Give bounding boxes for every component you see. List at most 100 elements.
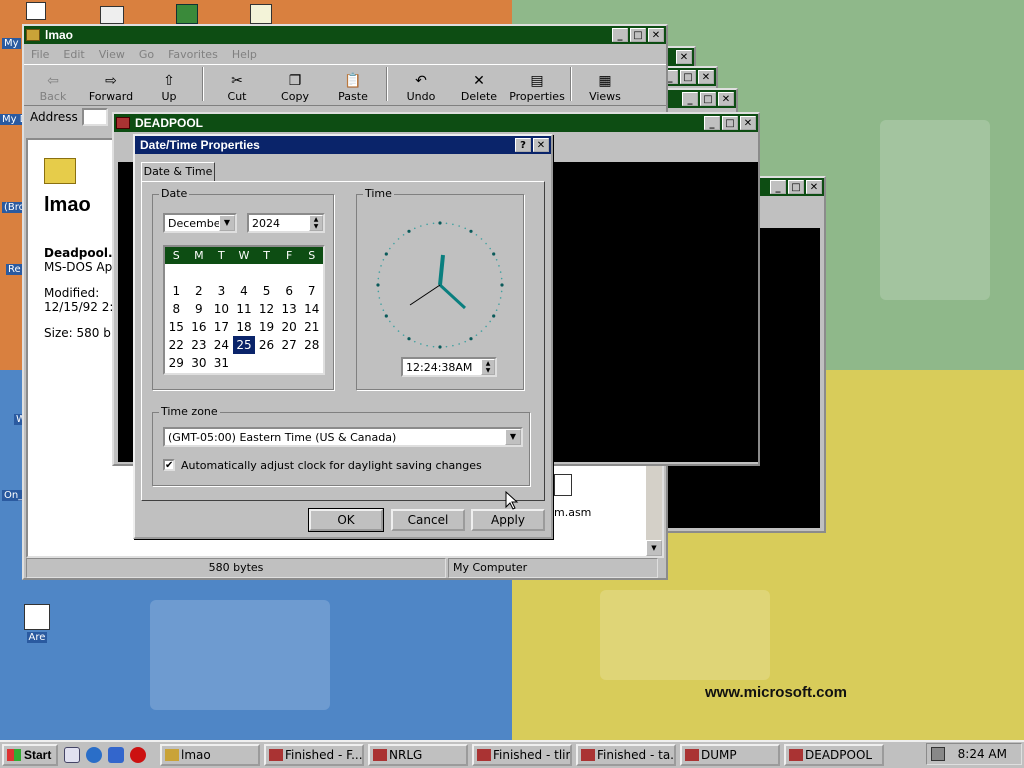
calendar-day[interactable]: 18 (233, 318, 256, 336)
calendar-day[interactable]: 29 (165, 354, 188, 372)
calendar-day[interactable]: 3 (210, 282, 233, 300)
calendar-day[interactable]: 27 (278, 336, 301, 354)
calendar-day[interactable]: 24 (210, 336, 233, 354)
tray-clock[interactable]: 8:24 AM (958, 747, 1007, 761)
delete-button[interactable]: ✕ Delete (450, 72, 508, 103)
calendar-day[interactable]: 22 (165, 336, 188, 354)
calendar-day[interactable]: 19 (255, 318, 278, 336)
opera-icon[interactable] (130, 747, 146, 763)
calendar-day[interactable]: 7 (300, 282, 323, 300)
taskbar-item-finished-ta[interactable]: Finished - ta... (576, 744, 676, 766)
calendar-day[interactable]: 5 (255, 282, 278, 300)
close-icon[interactable]: ✕ (740, 116, 756, 130)
spin-arrows-icon[interactable]: ▲ ▼ (481, 359, 495, 375)
calendar-day[interactable]: 1 (165, 282, 188, 300)
address-input[interactable] (81, 108, 108, 126)
calendar-day[interactable]: 2 (188, 282, 211, 300)
taskbar-item-lmao[interactable]: lmao (160, 744, 260, 766)
taskbar-item-nrlg[interactable]: NRLG (368, 744, 468, 766)
month-select[interactable]: December ▼ (163, 213, 237, 233)
calendar-day[interactable]: 23 (188, 336, 211, 354)
maximize-icon[interactable]: □ (722, 116, 738, 130)
maximize-icon[interactable]: □ (680, 70, 696, 84)
time-spinner[interactable]: 12:24:38AM ▲ ▼ (401, 357, 497, 377)
start-button[interactable]: Start (2, 744, 58, 766)
calendar-day[interactable]: 26 (255, 336, 278, 354)
cut-button[interactable]: ✂ Cut (208, 72, 266, 103)
menu-help[interactable]: Help (225, 48, 264, 61)
taskbar-item-finished-tlink[interactable]: Finished - tlink (472, 744, 572, 766)
desktop-label-0[interactable]: My (2, 38, 21, 49)
calendar-day[interactable]: 31 (210, 354, 233, 372)
mail-icon[interactable] (100, 6, 124, 24)
calendar-day[interactable]: 13 (278, 300, 301, 318)
up-button[interactable]: ⇧ Up (140, 72, 198, 103)
dst-checkbox[interactable]: ✔ (163, 459, 175, 471)
copy-button[interactable]: ❐ Copy (266, 72, 324, 103)
apply-button[interactable]: Apply (471, 509, 545, 531)
file-label[interactable]: m.asm (554, 506, 591, 519)
calendar-day[interactable]: 4 (233, 282, 256, 300)
asm-file-icon[interactable] (554, 474, 572, 496)
views-button[interactable]: ▦ Views (576, 72, 634, 103)
calendar-day[interactable]: 17 (210, 318, 233, 336)
scroll-down-icon[interactable]: ▼ (646, 540, 662, 556)
scheduler-icon[interactable] (250, 4, 272, 24)
cancel-button[interactable]: Cancel (391, 509, 465, 531)
menu-view[interactable]: View (92, 48, 132, 61)
calendar-day[interactable]: 21 (300, 318, 323, 336)
help-icon[interactable]: ? (515, 138, 531, 152)
minimize-icon[interactable]: _ (682, 92, 698, 106)
maximize-icon[interactable]: □ (700, 92, 716, 106)
tab-date-time[interactable]: Date & Time (141, 162, 215, 182)
maximize-icon[interactable]: □ (630, 28, 646, 42)
calendar-day[interactable]: 10 (210, 300, 233, 318)
calendar-day[interactable]: 15 (165, 318, 188, 336)
minimize-icon[interactable]: _ (704, 116, 720, 130)
calendar-day[interactable]: 8 (165, 300, 188, 318)
minimize-icon[interactable]: _ (612, 28, 628, 42)
calendar-day[interactable]: 25 (232, 336, 256, 354)
excel-icon[interactable] (176, 4, 198, 24)
menu-file[interactable]: File (24, 48, 56, 61)
paste-button[interactable]: 📋 Paste (324, 72, 382, 103)
forward-button[interactable]: ⇨ Forward (82, 72, 140, 103)
taskbar-item-finished-f[interactable]: Finished - F... (264, 744, 364, 766)
minimize-icon[interactable]: _ (770, 180, 786, 194)
menu-favorites[interactable]: Favorites (161, 48, 225, 61)
calendar-day[interactable]: 14 (300, 300, 323, 318)
calendar-day[interactable]: 6 (278, 282, 301, 300)
year-spinner[interactable]: 2024 ▲ ▼ (247, 213, 325, 233)
datetime-dialog[interactable]: Date/Time Properties ? ✕ Date & Time Dat… (133, 134, 553, 539)
tray-app-icon[interactable] (931, 747, 945, 761)
taskbar-item-dump[interactable]: DUMP (680, 744, 780, 766)
close-icon[interactable]: ✕ (676, 50, 692, 64)
close-icon[interactable]: ✕ (698, 70, 714, 84)
my-computer-icon[interactable] (26, 2, 46, 20)
calendar-day[interactable]: 16 (188, 318, 211, 336)
spin-arrows-icon[interactable]: ▲ ▼ (309, 215, 323, 231)
asm-file-icon[interactable]: Are (24, 604, 50, 643)
desktop-label-3[interactable]: Re (6, 264, 23, 275)
calendar-day[interactable]: 11 (233, 300, 256, 318)
close-icon[interactable]: ✕ (533, 138, 549, 152)
close-icon[interactable]: ✕ (648, 28, 664, 42)
timezone-select[interactable]: (GMT-05:00) Eastern Time (US & Canada) ▼ (163, 427, 523, 447)
ok-button[interactable]: OK (308, 508, 384, 532)
menu-go[interactable]: Go (132, 48, 161, 61)
close-icon[interactable]: ✕ (718, 92, 734, 106)
calendar-day[interactable]: 20 (278, 318, 301, 336)
back-button[interactable]: ⇦ Back (24, 72, 82, 103)
undo-button[interactable]: ↶ Undo (392, 72, 450, 103)
menu-edit[interactable]: Edit (56, 48, 91, 61)
calendar-day[interactable]: 30 (188, 354, 211, 372)
internet-explorer-icon[interactable] (86, 747, 102, 763)
properties-button[interactable]: ▤ Properties (508, 72, 566, 103)
calendar-day[interactable]: 12 (255, 300, 278, 318)
calendar-day[interactable]: 9 (188, 300, 211, 318)
outlook-icon[interactable] (108, 747, 124, 763)
taskbar-item-deadpool[interactable]: DEADPOOL (784, 744, 884, 766)
maximize-icon[interactable]: □ (788, 180, 804, 194)
close-icon[interactable]: ✕ (806, 180, 822, 194)
calendar-day[interactable]: 28 (300, 336, 323, 354)
